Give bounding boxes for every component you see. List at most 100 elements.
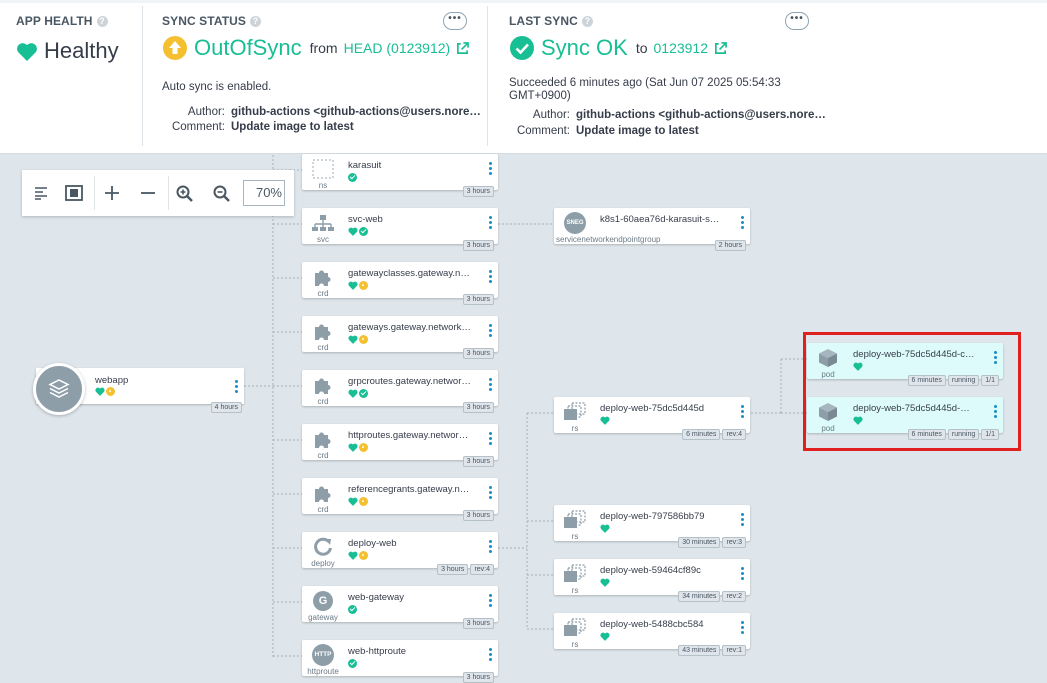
- age-tag: 3 hours: [462, 510, 494, 521]
- heart-icon: [348, 281, 358, 290]
- last-sync-more-button[interactable]: •••: [785, 12, 809, 30]
- node-menu-icon[interactable]: [739, 513, 745, 529]
- zoom-out-icon[interactable]: [210, 182, 232, 204]
- node-name: deploy-web-59464cf89c: [600, 565, 701, 576]
- revision-tag: rev:4: [470, 564, 494, 575]
- zoom-in-icon[interactable]: [173, 182, 195, 204]
- sync-author-row: Author: github-actions <github-actions@us…: [187, 106, 481, 118]
- node-menu-icon[interactable]: [487, 378, 493, 394]
- resource-node-crd-gateways[interactable]: crd gateways.gateway.networkin… 3 hours: [302, 316, 498, 359]
- resource-node-crd-gatewayclasses[interactable]: crd gatewayclasses.gateway.net… 3 hours: [302, 262, 498, 305]
- resource-node-deploy[interactable]: deploy deploy-web 3 hours rev:4: [302, 532, 498, 575]
- zoom-level-input[interactable]: 70%: [243, 180, 285, 206]
- age-tag: 3 hours: [462, 240, 494, 251]
- node-menu-icon[interactable]: [487, 270, 493, 286]
- sync-status-more-button[interactable]: •••: [443, 12, 467, 30]
- node-menu-icon[interactable]: [739, 621, 745, 637]
- node-menu-icon[interactable]: [739, 405, 745, 421]
- node-name: gatewayclasses.gateway.net…: [348, 268, 472, 279]
- resource-node-svc[interactable]: svc svc-web 3 hours: [302, 208, 498, 251]
- puzzle-icon: [310, 266, 336, 288]
- age-tag: 43 minutes: [678, 645, 721, 656]
- external-link-icon[interactable]: [714, 41, 727, 55]
- node-name: grpcroutes.gateway.networki…: [348, 376, 472, 387]
- node-name: k8s1-60aea76d-karasuit-svc-…: [600, 214, 724, 225]
- sync-status-value: OutOfSync from HEAD (0123912): [162, 35, 470, 61]
- last-sync-revision-link[interactable]: 0123912: [654, 40, 709, 56]
- resource-node-ns[interactable]: ns karasuit 3 hours: [302, 154, 498, 197]
- resource-node-gateway[interactable]: G gateway web-gateway 3 hours: [302, 586, 498, 629]
- external-link-icon[interactable]: [456, 41, 470, 55]
- last-sync-text: Sync OK: [541, 35, 628, 60]
- node-menu-icon[interactable]: [487, 324, 493, 340]
- auto-sync-text: Auto sync is enabled.: [162, 81, 272, 93]
- out-of-sync-icon: [106, 387, 115, 396]
- replicaset-node[interactable]: rs deploy-web-5488cbc584 43 minutes rev:1: [554, 613, 750, 656]
- help-icon[interactable]: ?: [250, 15, 261, 27]
- app-health-status: Healthy: [16, 38, 119, 64]
- age-tag: 2 hours: [714, 240, 746, 251]
- age-tag: 4 hours: [210, 402, 242, 413]
- check-circle-icon: [510, 36, 534, 60]
- resource-node-crd-referencegrants[interactable]: crd referencegrants.gateway.net… 3 hours: [302, 478, 498, 521]
- node-name: referencegrants.gateway.net…: [348, 484, 472, 495]
- heart-icon: [17, 42, 37, 61]
- node-name: web-httproute: [348, 646, 407, 657]
- help-icon[interactable]: ?: [96, 15, 108, 27]
- from-label: from: [309, 40, 338, 56]
- resource-node-httproute[interactable]: HTTP httproute web-httproute 3 hours: [302, 640, 498, 683]
- revision-tag: rev:3: [722, 537, 746, 548]
- node-menu-icon[interactable]: [487, 432, 493, 448]
- node-name: deploy-web-75dc5d445d: [600, 403, 705, 414]
- puzzle-icon: [310, 374, 336, 396]
- age-tag: 3 hours: [462, 672, 494, 683]
- heart-icon: [95, 387, 105, 396]
- sync-comment-row: Comment: Update image to latest: [171, 121, 354, 133]
- revision-tag: rev:1: [722, 645, 746, 656]
- node-menu-icon[interactable]: [739, 216, 745, 232]
- replicaset-node[interactable]: rs deploy-web-59464cf89c 34 minutes rev:2: [554, 559, 750, 602]
- resource-node-crd-httproutes[interactable]: crd httproutes.gateway.networkin… 3 hour…: [302, 424, 498, 467]
- heart-icon: [348, 443, 358, 452]
- sync-revision-link[interactable]: HEAD (0123912): [344, 40, 451, 56]
- help-icon[interactable]: ?: [581, 15, 593, 27]
- node-name: deploy-web: [348, 538, 397, 549]
- fit-view-icon[interactable]: [63, 182, 85, 204]
- collapse-all-icon[interactable]: [137, 182, 159, 204]
- age-tag: 3 hours: [462, 348, 494, 359]
- highlight-box: [803, 332, 1021, 451]
- heart-icon: [600, 416, 610, 425]
- node-menu-icon[interactable]: [487, 216, 493, 232]
- synced-icon: [359, 227, 368, 236]
- node-menu-icon[interactable]: [487, 594, 493, 610]
- puzzle-icon: [310, 320, 336, 342]
- node-name: svc-web: [348, 214, 383, 225]
- replicaset-icon: [562, 563, 588, 585]
- node-menu-icon[interactable]: [739, 567, 745, 583]
- node-menu-icon[interactable]: [487, 648, 493, 664]
- expand-all-icon[interactable]: [101, 182, 123, 204]
- age-tag: 6 minutes: [682, 429, 721, 440]
- list-view-icon[interactable]: [31, 182, 53, 204]
- resource-node-sneg[interactable]: SNEG servicenetworkendpointgroup k8s1-60…: [554, 208, 750, 251]
- node-name: web-gateway: [348, 592, 404, 603]
- heart-icon: [348, 335, 358, 344]
- last-sync-succeeded: Succeeded 6 minutes ago (Sat Jun 07 2025…: [509, 77, 781, 102]
- replicaset-icon: [562, 401, 588, 423]
- node-menu-icon[interactable]: [487, 486, 493, 502]
- to-label: to: [635, 40, 648, 56]
- node-menu-icon[interactable]: [487, 162, 493, 178]
- out-of-sync-icon: [163, 36, 187, 60]
- app-node-menu-icon[interactable]: [233, 380, 239, 395]
- service-icon: [310, 212, 336, 234]
- out-of-sync-icon: [359, 335, 368, 344]
- deployment-icon: [310, 536, 336, 558]
- node-name: gateways.gateway.networkin…: [348, 322, 472, 333]
- app-health-heading: APP HEALTH?: [16, 14, 108, 28]
- heart-icon: [348, 389, 358, 398]
- resource-node-crd-grpcroutes[interactable]: crd grpcroutes.gateway.networki… 3 hours: [302, 370, 498, 413]
- replicaset-node[interactable]: rs deploy-web-797586bb79 30 minutes rev:3: [554, 505, 750, 548]
- age-tag: 3 hours: [462, 294, 494, 305]
- replicaset-node[interactable]: rs deploy-web-75dc5d445d 6 minutes rev:4: [554, 397, 750, 440]
- node-menu-icon[interactable]: [487, 540, 493, 556]
